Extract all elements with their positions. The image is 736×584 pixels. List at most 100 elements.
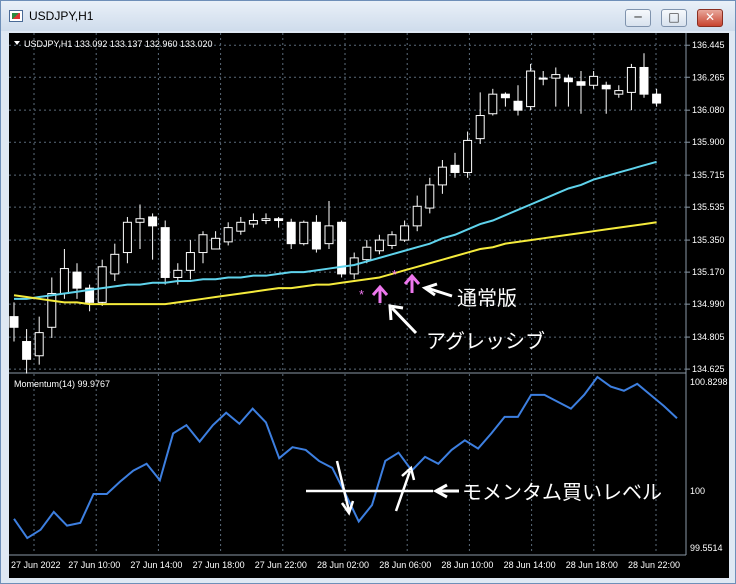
candle (72, 263, 82, 299)
price-label: 134.990 (692, 299, 725, 309)
candle (148, 213, 158, 260)
candle (463, 131, 473, 178)
candle-series (9, 53, 662, 374)
time-axis-labels: 27 Jun 2022 27 Jun 10:00 27 Jun 14:00 27 Ju… (11, 560, 680, 570)
price-label: 135.900 (692, 137, 725, 147)
candle (299, 220, 309, 246)
candle (248, 213, 258, 228)
cross-down-arrow-icon (335, 460, 355, 516)
candle (589, 71, 599, 89)
maximize-button[interactable]: □ (661, 9, 687, 27)
candle (211, 231, 221, 250)
candle (601, 81, 611, 114)
candle (425, 177, 435, 214)
price-label: 134.805 (692, 332, 725, 342)
aggressive-pointer-arrow-icon (388, 304, 418, 335)
candle (9, 302, 19, 342)
momentum-axis-labels: 99.5514 100 100.8298 (690, 377, 728, 553)
candle (160, 220, 170, 285)
time-label: 27 Jun 18:00 (193, 560, 245, 570)
candle (185, 240, 195, 280)
candle (110, 243, 120, 282)
candle (22, 329, 32, 374)
candle (135, 204, 145, 249)
candle (614, 85, 624, 98)
candle (652, 88, 662, 107)
cross-up-arrow-icon (394, 465, 416, 512)
candle (274, 216, 284, 228)
annotation-arrows (306, 282, 459, 516)
momentum-label: 100.8298 (690, 377, 728, 387)
time-label: 28 Jun 10:00 (441, 560, 493, 570)
price-label: 136.445 (692, 40, 725, 50)
window-title: USDJPY,H1 (29, 9, 94, 23)
chart-window: USDJPY,H1 ─ □ ✕ 134.625 134.805 134.990 135… (0, 0, 736, 584)
candle (526, 63, 536, 111)
title-bar[interactable]: USDJPY,H1 ─ □ ✕ (1, 1, 735, 31)
candle (450, 152, 460, 178)
annotation-normal: 通常版 (457, 287, 517, 310)
normal-star-icon: * (392, 267, 397, 282)
dropdown-triangle-icon[interactable] (14, 41, 20, 45)
ma-fast-line (14, 160, 657, 300)
candle (500, 92, 510, 107)
candle (488, 88, 498, 116)
time-label: 27 Jun 22:00 (255, 560, 307, 570)
main-info-label: USDJPY,H1 133.092 133.137 132.960 133.02… (24, 39, 213, 49)
price-label: 134.625 (692, 364, 725, 374)
aggressive-up-arrow-icon (371, 284, 389, 303)
candle (286, 218, 296, 249)
candle (59, 248, 69, 299)
candle (311, 215, 321, 253)
candle (374, 234, 384, 255)
time-label: 28 Jun 06:00 (379, 560, 431, 570)
candle (47, 277, 57, 338)
candle (261, 213, 271, 225)
momentum-line (13, 375, 678, 540)
candle (513, 85, 523, 116)
candle (475, 92, 485, 144)
candle (387, 231, 397, 249)
price-axis-labels: 134.625 134.805 134.990 135.170 135.350 135.5… (686, 40, 725, 374)
time-label: 28 Jun 14:00 (504, 560, 556, 570)
aggressive-star-icon: * (359, 287, 364, 302)
time-label: 28 Jun 18:00 (566, 560, 618, 570)
time-label: 28 Jun 02:00 (317, 560, 369, 570)
minimize-button[interactable]: ─ (625, 9, 651, 27)
sub-grid (33, 374, 657, 554)
momentum-info-label: Momentum(14) 99.9767 (14, 379, 110, 389)
time-label: 27 Jun 14:00 (130, 560, 182, 570)
candle (437, 160, 447, 194)
time-label: 27 Jun 10:00 (68, 560, 120, 570)
candle (337, 220, 347, 278)
candle (97, 259, 107, 306)
candle (626, 63, 636, 111)
momentum-label: 99.5514 (690, 543, 723, 553)
candle (412, 195, 422, 232)
candle (236, 216, 246, 235)
close-button[interactable]: ✕ (697, 9, 723, 27)
momentum-pointer-arrow-icon (432, 483, 459, 499)
time-label: 27 Jun 2022 (11, 560, 61, 570)
candle (198, 231, 208, 264)
normal-pointer-arrow-icon (421, 282, 453, 298)
candle (122, 216, 132, 264)
chart-area[interactable]: 134.625 134.805 134.990 135.170 135.350 135.5… (9, 33, 729, 578)
price-label: 135.170 (692, 267, 725, 277)
main-info: USDJPY,H1 133.092 133.137 132.960 133.02… (14, 39, 213, 49)
candle (576, 71, 586, 114)
candle (538, 71, 548, 86)
candle (324, 200, 334, 249)
chart-app-icon (9, 10, 23, 22)
momentum-label: 100 (690, 486, 705, 496)
price-label: 136.265 (692, 72, 725, 82)
price-chart[interactable]: 134.625 134.805 134.990 135.170 135.350 135.5… (9, 33, 729, 578)
price-label: 135.350 (692, 235, 725, 245)
price-label: 135.715 (692, 170, 725, 180)
annotation-aggressive: アグレッシブ (426, 329, 545, 353)
candle (223, 222, 233, 246)
time-label: 28 Jun 22:00 (628, 560, 680, 570)
candle (639, 53, 649, 98)
price-label: 135.535 (692, 202, 725, 212)
price-label: 136.080 (692, 105, 725, 115)
